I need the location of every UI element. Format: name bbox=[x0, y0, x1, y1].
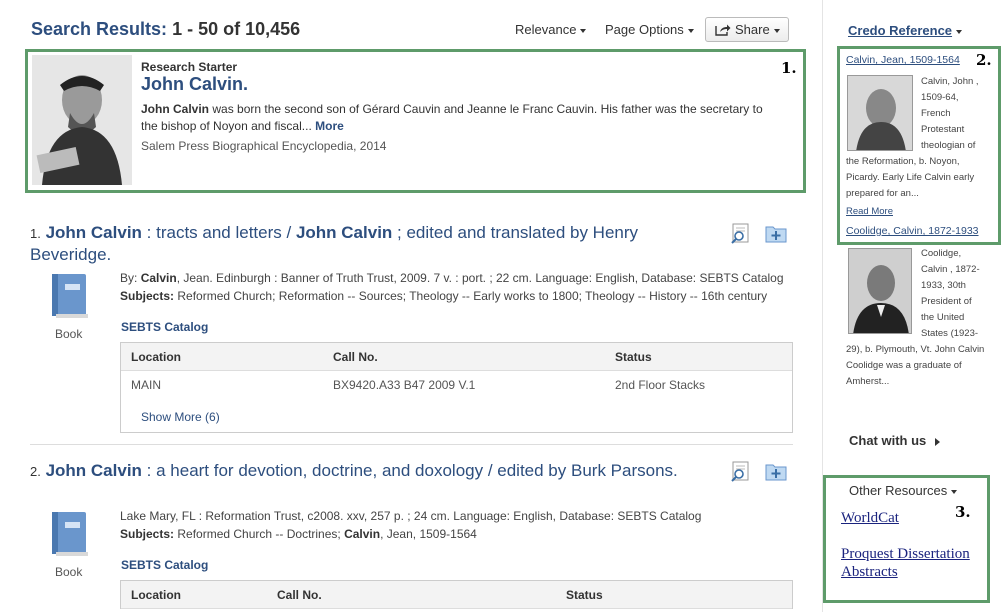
result-title[interactable]: 2. John Calvin : a heart for devotion, d… bbox=[30, 460, 720, 482]
book-icon[interactable] bbox=[50, 272, 90, 320]
credo-reference-panel: Calvin, Jean, 1509-1564 2. Calvin, John … bbox=[837, 46, 1001, 245]
share-icon bbox=[715, 24, 731, 36]
read-more-link[interactable]: Read More bbox=[846, 206, 893, 217]
credo-reference-toggle[interactable]: Credo Reference bbox=[848, 23, 963, 38]
format-label: Book bbox=[55, 327, 83, 341]
preview-magnifier-icon[interactable] bbox=[730, 460, 752, 482]
calvin-thumbnail[interactable] bbox=[847, 75, 913, 151]
result-meta: By: Calvin, Jean. Edinburgh : Banner of … bbox=[120, 271, 784, 303]
credo-entry-link[interactable]: Coolidge, Calvin, 1872-1933 bbox=[846, 225, 979, 237]
holdings-table: Location Call No. Status bbox=[120, 580, 793, 609]
share-button[interactable]: Share bbox=[705, 17, 789, 42]
results-panel: Search Results: 1 - 50 of 10,456 Relevan… bbox=[0, 0, 822, 612]
caret-down-icon bbox=[951, 489, 958, 494]
credo-entry-snippet-continued: the Reformation, b. Noyon, Picardy. Earl… bbox=[846, 156, 975, 199]
credo-entry-snippet-continued: 29), b. Plymouth, Vt. John Calvin Coolid… bbox=[846, 344, 985, 387]
add-to-folder-icon[interactable] bbox=[765, 222, 787, 244]
caret-down-icon bbox=[773, 28, 780, 33]
other-resources-toggle[interactable]: Other Resources bbox=[849, 483, 958, 498]
annotation-badge-2: 2. bbox=[976, 51, 992, 69]
holdings-header: Location Call No. Status bbox=[121, 581, 792, 609]
page-options-dropdown[interactable]: Page Options bbox=[605, 22, 694, 37]
annotation-badge-1: 1. bbox=[781, 59, 797, 77]
right-sidebar: Credo Reference Calvin, Jean, 1509-1564 … bbox=[822, 0, 1005, 612]
caret-down-icon bbox=[580, 28, 587, 33]
research-starter-label: Research Starter bbox=[141, 60, 238, 74]
caret-down-icon bbox=[687, 28, 694, 33]
preview-magnifier-icon[interactable] bbox=[730, 222, 752, 244]
research-starter: Research Starter John Calvin. John Calvi… bbox=[25, 49, 806, 193]
catalog-link[interactable]: SEBTS Catalog bbox=[121, 320, 208, 334]
holdings-table: Location Call No. Status MAIN BX9420.A33… bbox=[120, 342, 793, 433]
proquest-dissertation-link[interactable]: Proquest Dissertation bbox=[841, 546, 970, 563]
research-starter-description: John Calvin was born the second son of G… bbox=[141, 102, 763, 133]
research-starter-title[interactable]: John Calvin. bbox=[141, 74, 248, 95]
chevron-right-icon bbox=[935, 437, 941, 446]
result-meta: Lake Mary, FL : Reformation Trust, c2008… bbox=[120, 509, 702, 541]
show-more-link[interactable]: Show More (6) bbox=[121, 398, 792, 432]
caret-down-icon bbox=[956, 29, 963, 34]
coolidge-thumbnail[interactable] bbox=[848, 248, 912, 334]
calvin-portrait bbox=[32, 55, 132, 185]
sort-dropdown[interactable]: Relevance bbox=[515, 22, 587, 37]
worldcat-link[interactable]: WorldCat bbox=[841, 510, 899, 527]
credo-entry-snippet: Calvin, John , 1509-64, French Protestan… bbox=[921, 76, 979, 151]
credo-entry-link[interactable]: Calvin, Jean, 1509-1564 bbox=[846, 54, 960, 66]
book-icon[interactable] bbox=[50, 510, 90, 558]
result-title[interactable]: 1. John Calvin : tracts and letters / Jo… bbox=[30, 222, 720, 265]
results-title: Search Results: 1 - 50 of 10,456 bbox=[31, 19, 301, 39]
result-item: 2. John Calvin : a heart for devotion, d… bbox=[30, 460, 800, 612]
annotation-badge-3: 3. bbox=[955, 503, 971, 521]
result-divider bbox=[30, 444, 793, 445]
more-link[interactable]: More bbox=[315, 119, 344, 133]
holdings-header: Location Call No. Status bbox=[121, 343, 792, 371]
chat-with-us-button[interactable]: Chat with us bbox=[849, 433, 941, 448]
other-resources-panel: Other Resources 3. WorldCat Proquest Dis… bbox=[823, 475, 990, 603]
proquest-dissertation-link-line2[interactable]: Abstracts bbox=[841, 564, 898, 581]
result-item: 1. John Calvin : tracts and letters / Jo… bbox=[30, 222, 800, 438]
holdings-row: MAIN BX9420.A33 B47 2009 V.1 2nd Floor S… bbox=[131, 378, 706, 392]
research-starter-source: Salem Press Biographical Encyclopedia, 2… bbox=[141, 139, 387, 153]
credo-entry-snippet: Coolidge, Calvin , 1872- 1933, 30th Pres… bbox=[921, 248, 980, 339]
catalog-link[interactable]: SEBTS Catalog bbox=[121, 558, 208, 572]
add-to-folder-icon[interactable] bbox=[765, 460, 787, 482]
format-label: Book bbox=[55, 565, 83, 579]
